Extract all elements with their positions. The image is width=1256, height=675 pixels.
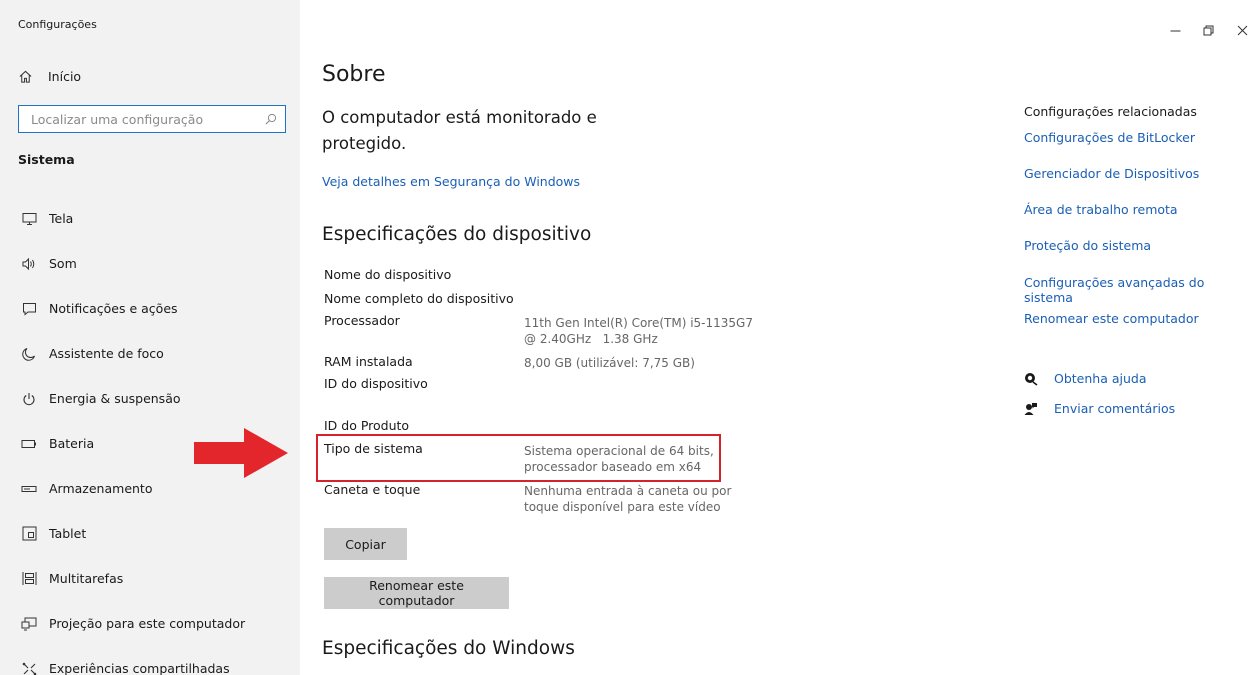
ram-value: 8,00 GB (utilizável: 7,75 GB) [524, 356, 695, 370]
sidebar-item-label: Assistente de foco [49, 346, 164, 361]
rename-computer-link[interactable]: Renomear este computador [1024, 311, 1199, 326]
minimize-button[interactable] [1165, 20, 1185, 40]
pen-touch-value-line: toque disponível para este vídeo [524, 500, 721, 514]
monitor-icon [18, 212, 40, 226]
sidebar-item-tela[interactable]: Tela [18, 196, 288, 241]
send-feedback-link[interactable]: Enviar comentários [1054, 401, 1175, 416]
power-icon [18, 392, 40, 406]
restore-button[interactable] [1198, 20, 1218, 40]
windows-specs-heading: Especificações do Windows [322, 638, 575, 659]
device-manager-link[interactable]: Gerenciador de Dispositivos [1024, 166, 1199, 181]
sidebar-item-som[interactable]: Som [18, 241, 288, 286]
sidebar-item-label: Tela [49, 211, 74, 226]
restore-icon [1203, 21, 1214, 40]
settings-window: Configurações Início Sistema Tela [0, 0, 1256, 675]
speaker-icon [18, 257, 40, 271]
sidebar-item-notificacoes[interactable]: Notificações e ações [18, 286, 288, 331]
page-title: Sobre [322, 62, 386, 87]
ram-label: RAM instalada [324, 354, 413, 369]
device-id-label: ID do dispositivo [324, 376, 428, 391]
sidebar-item-label: Notificações e ações [49, 301, 178, 316]
system-type-label: Tipo de sistema [324, 441, 423, 456]
security-details-link[interactable]: Veja detalhes em Segurança do Windows [322, 174, 580, 189]
system-type-value-line: processador baseado em x64 [524, 460, 702, 474]
search-input[interactable] [31, 111, 265, 127]
sidebar: Configurações Início Sistema Tela [0, 0, 300, 675]
notification-icon [18, 302, 40, 316]
processor-value-line: 11th Gen Intel(R) Core(TM) i5-1135G7 [524, 316, 753, 330]
processor-value-line: @ 2.40GHz 1.38 GHz [524, 332, 658, 346]
device-name-label: Nome do dispositivo [324, 267, 452, 282]
search-box [18, 105, 286, 133]
system-type-value-line: Sistema operacional de 64 bits, [524, 444, 714, 458]
full-device-name-label: Nome completo do dispositivo [324, 291, 514, 306]
feedback-icon [1024, 402, 1044, 416]
get-help-link[interactable]: Obtenha ajuda [1054, 371, 1147, 386]
sidebar-item-label: Experiências compartilhadas [49, 661, 230, 675]
sidebar-item-assistente-foco[interactable]: Assistente de foco [18, 331, 288, 376]
app-title: Configurações [18, 18, 97, 31]
advanced-system-settings-link[interactable]: Configurações avançadas do sistema [1024, 275, 1256, 305]
sidebar-item-tablet[interactable]: Tablet [18, 511, 288, 556]
device-specs-heading: Especificações do dispositivo [322, 224, 592, 245]
storage-icon [18, 485, 40, 493]
pen-touch-label: Caneta e toque [324, 482, 421, 497]
related-settings-title: Configurações relacionadas [1024, 104, 1197, 119]
send-feedback-item[interactable]: Enviar comentários [1024, 401, 1175, 416]
sidebar-item-home[interactable]: Início [18, 66, 81, 86]
sidebar-item-projecao[interactable]: Projeção para este computador [18, 601, 288, 646]
search-icon[interactable] [265, 113, 277, 125]
section-label: Sistema [18, 152, 75, 167]
home-icon [18, 69, 40, 84]
sidebar-item-energia[interactable]: Energia & suspensão [18, 376, 288, 421]
copy-button[interactable]: Copiar [324, 528, 407, 560]
product-id-label: ID do Produto [324, 418, 410, 433]
security-status: O computador está monitorado e protegido… [322, 108, 597, 153]
system-type-value: Sistema operacional de 64 bits, processa… [524, 443, 714, 475]
tablet-icon [18, 526, 40, 541]
sidebar-item-label: Projeção para este computador [49, 616, 246, 631]
help-chat-icon [1024, 372, 1044, 386]
sidebar-item-label: Bateria [49, 436, 95, 451]
sidebar-item-label: Som [49, 256, 77, 271]
bitlocker-link[interactable]: Configurações de BitLocker [1024, 130, 1195, 145]
processor-value: 11th Gen Intel(R) Core(TM) i5-1135G7 @ 2… [524, 315, 753, 347]
battery-icon [18, 439, 40, 449]
processor-label: Processador [324, 313, 400, 328]
shared-icon [18, 662, 40, 675]
close-icon [1237, 21, 1248, 40]
sidebar-item-label: Armazenamento [49, 481, 153, 496]
pen-touch-value: Nenhuma entrada à caneta ou por toque di… [524, 483, 731, 515]
rename-computer-button[interactable]: Renomear este computador [324, 577, 509, 609]
sidebar-item-multitarefas[interactable]: Multitarefas [18, 556, 288, 601]
sidebar-item-label: Multitarefas [49, 571, 124, 586]
minimize-icon [1170, 21, 1181, 40]
multitask-icon [18, 571, 40, 586]
moon-icon [18, 347, 40, 361]
projection-icon [18, 617, 40, 631]
sidebar-item-label: Início [48, 68, 82, 84]
red-arrow-icon [194, 428, 290, 482]
pen-touch-value-line: Nenhuma entrada à caneta ou por [524, 484, 732, 498]
sidebar-item-experiencias[interactable]: Experiências compartilhadas [18, 646, 288, 675]
close-button[interactable] [1232, 20, 1252, 40]
remote-desktop-link[interactable]: Área de trabalho remota [1024, 202, 1178, 217]
get-help-item[interactable]: Obtenha ajuda [1024, 371, 1147, 386]
sidebar-item-label: Energia & suspensão [49, 391, 181, 406]
system-protection-link[interactable]: Proteção do sistema [1024, 238, 1151, 253]
sidebar-item-label: Tablet [49, 526, 87, 541]
